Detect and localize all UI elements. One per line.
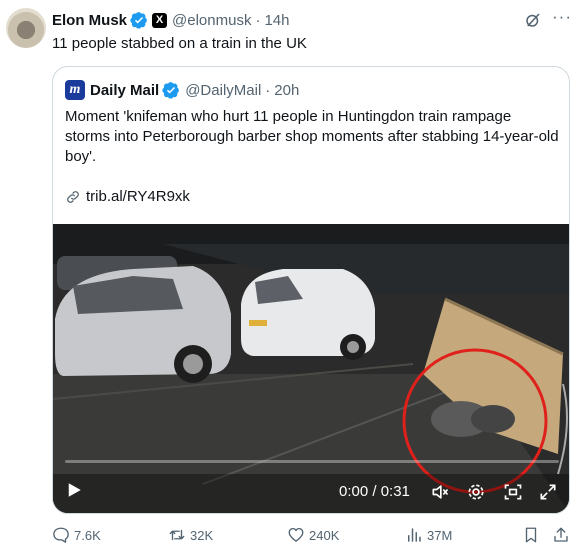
like-button[interactable]: 240K [287, 526, 339, 544]
separator: · [265, 81, 271, 99]
video-progress-bar[interactable] [65, 460, 559, 463]
quote-header: m Daily Mail @DailyMail · 20h [65, 79, 299, 101]
share-icon [554, 527, 568, 542]
quote-time[interactable]: 20h [274, 82, 299, 99]
quoted-tweet[interactable]: m Daily Mail @DailyMail · 20h Moment 'kn… [52, 66, 570, 514]
play-icon[interactable] [65, 481, 83, 499]
views-icon [408, 528, 421, 542]
quote-link[interactable]: trib.al/RY4R9xk [65, 187, 190, 207]
quote-author-name[interactable]: Daily Mail [90, 82, 159, 99]
reply-button[interactable]: 7.6K [52, 526, 101, 544]
share-button[interactable] [552, 526, 574, 544]
verified-icon [162, 82, 180, 99]
separator: · [255, 11, 261, 29]
quote-text: Moment 'knifeman who hurt 11 people in H… [65, 108, 559, 165]
link-icon [67, 191, 79, 203]
settings-icon[interactable] [466, 482, 486, 502]
tweet-header: Elon Musk X @elonmusk · 14h [52, 10, 289, 30]
more-icon[interactable]: ··· [552, 7, 572, 27]
repost-button[interactable]: 32K [168, 526, 213, 544]
repost-count: 32K [190, 527, 214, 543]
like-count: 240K [309, 527, 340, 543]
repost-icon [169, 529, 185, 541]
author-name[interactable]: Elon Musk [52, 12, 127, 29]
bookmark-icon [525, 527, 537, 543]
tweet-text: 11 people stabbed on a train in the UK [52, 35, 307, 52]
video-time: 0:00 / 0:31 [339, 483, 410, 500]
tweet-time[interactable]: 14h [264, 12, 289, 29]
views-button[interactable]: 37M [405, 526, 452, 544]
video-player[interactable]: 0:00 / 0:31 [53, 224, 569, 513]
reply-count: 7.6K [74, 527, 101, 543]
bookmark-button[interactable] [522, 526, 544, 544]
view-count: 37M [427, 527, 453, 543]
quote-avatar[interactable]: m [65, 80, 85, 100]
pip-icon[interactable] [503, 482, 523, 502]
mute-icon[interactable] [430, 482, 450, 502]
author-avatar[interactable] [6, 8, 46, 48]
like-icon [288, 527, 304, 542]
quote-handle[interactable]: @DailyMail [185, 82, 261, 99]
action-bar: 7.6K 32K 240K 37M [0, 526, 581, 548]
link-text[interactable]: trib.al/RY4R9xk [86, 187, 190, 207]
fullscreen-icon[interactable] [538, 482, 558, 502]
reply-icon [53, 527, 69, 543]
video-frame [53, 224, 569, 513]
author-handle[interactable]: @elonmusk [172, 12, 251, 29]
verified-icon [130, 12, 147, 29]
grok-icon[interactable] [524, 11, 542, 29]
x-affiliate-badge: X [152, 12, 168, 28]
